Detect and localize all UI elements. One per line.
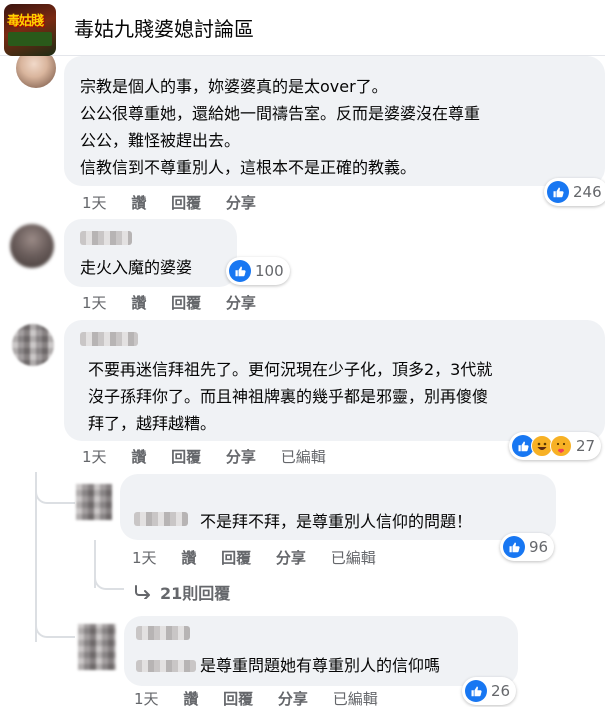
reply-text: 是尊重問題她有尊重別人的信仰嗎	[200, 656, 441, 675]
comment-text-line: 沒子孫拜你了。而且神祖牌裏的幾乎都是邪靈，別再傻傻	[88, 387, 489, 406]
thread-connector	[35, 612, 75, 638]
comment-bubble: 走火入魔的婆婆	[64, 219, 237, 287]
comment-text-line: 宗教是個人的事，妳婆婆真的是太over了。	[80, 77, 388, 96]
edited-label: 已編輯	[332, 690, 378, 707]
comment-time[interactable]: 1天	[82, 292, 107, 313]
reaction-summary[interactable]: 96	[500, 533, 555, 561]
commenter-avatar[interactable]	[12, 324, 54, 366]
reply-button[interactable]: 回覆	[221, 547, 251, 568]
like-button[interactable]: 讚	[181, 547, 196, 568]
like-icon	[503, 536, 525, 558]
comment-text-line: 拜了，越拜越糟。	[88, 414, 217, 433]
reaction-summary[interactable]: 27	[509, 432, 602, 460]
group-title[interactable]: 毒姑九賤婆媳討論區	[74, 13, 254, 42]
comment-text-line: 公公，難怪被趕出去。	[80, 131, 241, 150]
like-icon	[465, 680, 487, 702]
reply-time[interactable]: 1天	[132, 547, 157, 568]
reply-button[interactable]: 回覆	[171, 192, 201, 213]
reply-prefix-redacted	[136, 660, 196, 672]
like-button[interactable]: 讚	[183, 688, 198, 707]
comment-actions: 1天 讚 回覆 分享	[82, 192, 276, 213]
like-icon	[229, 260, 251, 282]
share-button[interactable]: 分享	[226, 446, 256, 467]
reaction-count: 96	[529, 538, 549, 556]
replier-avatar[interactable]	[76, 484, 112, 520]
comment-time[interactable]: 1天	[82, 192, 107, 213]
reply-actions: 1天 讚 回覆 分享 已編輯	[132, 547, 396, 568]
reply-arrow-icon	[135, 585, 150, 599]
reaction-count: 100	[255, 262, 284, 280]
comment-actions: 1天 讚 回覆 分享 已編輯	[82, 446, 346, 467]
comment-text-line: 信教信到不尊重別人，這根本不是正確的教義。	[80, 158, 417, 177]
reaction-summary[interactable]: 26	[462, 677, 517, 705]
share-button[interactable]: 分享	[226, 192, 256, 213]
reply-button[interactable]: 回覆	[223, 688, 253, 707]
reply-button[interactable]: 回覆	[171, 446, 201, 467]
view-more-replies-button[interactable]: 21則回覆	[134, 580, 230, 604]
reply-bubble: 不是拜不拜，是尊重別人信仰的問題！	[120, 474, 556, 540]
replier-name-redacted[interactable]	[134, 512, 188, 526]
group-header: 毒姑賤 毒姑九賤婆媳討論區	[0, 0, 605, 56]
comment-text-line: 不要再迷信拜祖先了。更何況現在少子化，頂多2，3代就	[88, 360, 493, 379]
like-button[interactable]: 讚	[131, 192, 146, 213]
share-button[interactable]: 分享	[276, 547, 306, 568]
comment-time[interactable]: 1天	[82, 446, 107, 467]
reply-actions: 1天 讚 回覆 分享 已編輯	[134, 688, 398, 707]
comment-bubble: 不要再迷信拜祖先了。更何況現在少子化，頂多2，3代就 沒子孫拜你了。而且神祖牌裏…	[64, 320, 605, 441]
comment-actions: 1天 讚 回覆 分享	[82, 292, 276, 313]
edited-label: 已編輯	[330, 549, 376, 567]
comment-bubble: 宗教是個人的事，妳婆婆真的是太over了。 公公很尊重她，還給她一間禱告室。反而…	[64, 56, 605, 186]
like-button[interactable]: 讚	[131, 292, 146, 313]
commenter-name-redacted[interactable]	[80, 332, 138, 346]
reaction-count: 26	[491, 682, 511, 700]
reply-button[interactable]: 回覆	[171, 292, 201, 313]
group-avatar[interactable]: 毒姑賤	[4, 4, 56, 56]
commenter-name-redacted[interactable]	[80, 231, 132, 245]
edited-label: 已編輯	[280, 448, 326, 466]
group-logo-text: 毒姑賤	[7, 14, 44, 29]
replier-avatar[interactable]	[78, 624, 116, 670]
replier-name-redacted[interactable]	[136, 626, 190, 640]
share-button[interactable]: 分享	[226, 292, 256, 313]
thread-connector	[35, 480, 75, 504]
reaction-summary[interactable]: 246	[544, 178, 605, 206]
reply-time[interactable]: 1天	[134, 688, 159, 707]
reply-text: 不是拜不拜，是尊重別人信仰的問題！	[200, 512, 473, 531]
reaction-summary[interactable]: 100	[226, 257, 290, 285]
group-logo-banner	[8, 32, 52, 46]
reaction-count: 27	[576, 437, 596, 455]
more-replies-label: 21則回覆	[160, 584, 231, 603]
like-button[interactable]: 讚	[131, 446, 146, 467]
thread-connector	[94, 568, 124, 590]
care-icon	[550, 435, 572, 457]
reaction-count: 246	[573, 183, 602, 201]
commenter-avatar[interactable]	[10, 224, 54, 268]
share-button[interactable]: 分享	[278, 688, 308, 707]
like-icon	[547, 181, 569, 203]
comment-text-line: 走火入魔的婆婆	[80, 258, 193, 277]
comment-text-line: 公公很尊重她，還給她一間禱告室。反而是婆婆沒在尊重	[80, 104, 481, 123]
reply-bubble: 是尊重問題她有尊重別人的信仰嗎	[124, 616, 518, 686]
